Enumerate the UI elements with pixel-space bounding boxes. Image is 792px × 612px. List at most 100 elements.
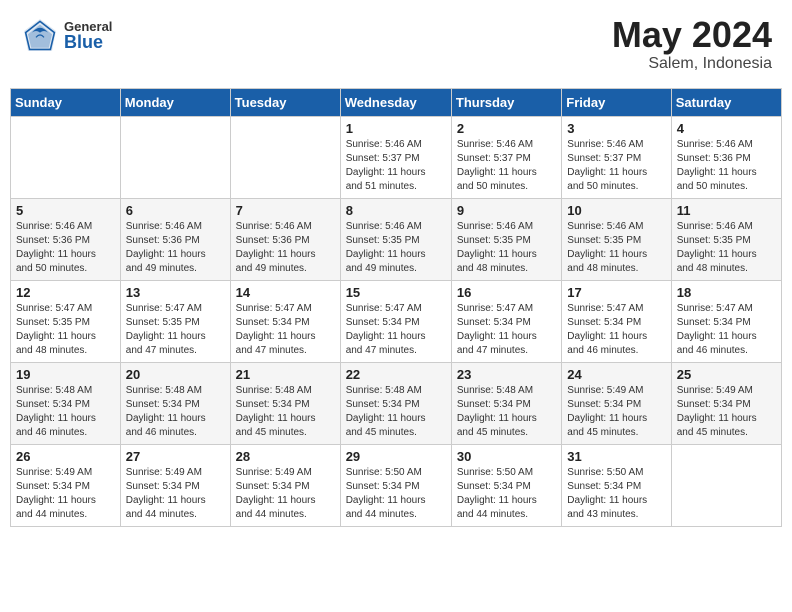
day-info: Sunrise: 5:47 AM Sunset: 5:34 PM Dayligh… [346,302,446,358]
day-number: 31 [567,449,665,464]
calendar-week-row: 12 Sunrise: 5:47 AM Sunset: 5:35 PM Dayli… [11,280,782,362]
day-info: Sunrise: 5:46 AM Sunset: 5:35 PM Dayligh… [677,220,776,276]
calendar-cell: 13 Sunrise: 5:47 AM Sunset: 5:35 PM Dayli… [120,280,230,362]
day-info: Sunrise: 5:48 AM Sunset: 5:34 PM Dayligh… [236,384,335,440]
day-info: Sunrise: 5:50 AM Sunset: 5:34 PM Dayligh… [457,466,556,522]
logo-text: General Blue [64,20,112,51]
day-info: Sunrise: 5:49 AM Sunset: 5:34 PM Dayligh… [677,384,776,440]
day-number: 27 [126,449,225,464]
calendar-cell: 23 Sunrise: 5:48 AM Sunset: 5:34 PM Dayli… [451,362,561,444]
day-info: Sunrise: 5:50 AM Sunset: 5:34 PM Dayligh… [346,466,446,522]
calendar-cell: 22Sunrise: 5:48 AM Sunset: 5:34 PM Dayli… [340,362,451,444]
calendar-cell: 9Sunrise: 5:46 AM Sunset: 5:35 PM Daylig… [451,198,561,280]
calendar-cell: 26 Sunrise: 5:49 AM Sunset: 5:34 PM Dayli… [11,444,121,526]
day-number: 4 [677,121,776,136]
day-number: 7 [236,203,335,218]
calendar-cell: 30 Sunrise: 5:50 AM Sunset: 5:34 PM Dayli… [451,444,561,526]
day-info: Sunrise: 5:47 AM Sunset: 5:34 PM Dayligh… [457,302,556,358]
day-info: Sunrise: 5:47 AM Sunset: 5:35 PM Dayligh… [126,302,225,358]
day-info: Sunrise: 5:47 AM Sunset: 5:35 PM Dayligh… [16,302,115,358]
day-number: 12 [16,285,115,300]
calendar-cell: 24 Sunrise: 5:49 AM Sunset: 5:34 PM Dayli… [562,362,671,444]
calendar-cell [671,444,781,526]
day-number: 5 [16,203,115,218]
day-number: 3 [567,121,665,136]
calendar-cell: 27Sunrise: 5:49 AM Sunset: 5:34 PM Dayli… [120,444,230,526]
calendar-cell: 3 Sunrise: 5:46 AM Sunset: 5:37 PM Daylig… [562,116,671,198]
calendar-cell: 1 Sunrise: 5:46 AM Sunset: 5:37 PM Daylig… [340,116,451,198]
day-of-week-header: Monday [120,88,230,116]
day-info: Sunrise: 5:46 AM Sunset: 5:36 PM Dayligh… [126,220,225,276]
calendar-cell: 21 Sunrise: 5:48 AM Sunset: 5:34 PM Dayli… [230,362,340,444]
calendar-week-row: 1 Sunrise: 5:46 AM Sunset: 5:37 PM Daylig… [11,116,782,198]
calendar-table: SundayMondayTuesdayWednesdayThursdayFrid… [10,88,782,527]
day-of-week-header: Saturday [671,88,781,116]
day-number: 15 [346,285,446,300]
day-number: 13 [126,285,225,300]
header: General Blue May 2024 Salem, Indonesia [10,10,782,78]
day-number: 19 [16,367,115,382]
calendar-cell: 5 Sunrise: 5:46 AM Sunset: 5:36 PM Daylig… [11,198,121,280]
day-info: Sunrise: 5:47 AM Sunset: 5:34 PM Dayligh… [677,302,776,358]
calendar-week-row: 19 Sunrise: 5:48 AM Sunset: 5:34 PM Dayli… [11,362,782,444]
day-number: 9 [457,203,556,218]
day-of-week-header: Tuesday [230,88,340,116]
day-number: 23 [457,367,556,382]
title-area: May 2024 Salem, Indonesia [612,15,772,73]
calendar-cell: 16 Sunrise: 5:47 AM Sunset: 5:34 PM Dayli… [451,280,561,362]
day-info: Sunrise: 5:46 AM Sunset: 5:37 PM Dayligh… [567,138,665,194]
calendar-cell: 2Sunrise: 5:46 AM Sunset: 5:37 PM Daylig… [451,116,561,198]
day-number: 26 [16,449,115,464]
day-number: 20 [126,367,225,382]
day-number: 18 [677,285,776,300]
calendar-cell: 4Sunrise: 5:46 AM Sunset: 5:36 PM Daylig… [671,116,781,198]
calendar-cell: 10Sunrise: 5:46 AM Sunset: 5:35 PM Dayli… [562,198,671,280]
calendar-cell [230,116,340,198]
day-of-week-header: Friday [562,88,671,116]
calendar-cell [11,116,121,198]
logo-general-text: General [64,20,112,33]
day-info: Sunrise: 5:46 AM Sunset: 5:35 PM Dayligh… [346,220,446,276]
calendar-cell: 7 Sunrise: 5:46 AM Sunset: 5:36 PM Daylig… [230,198,340,280]
day-number: 10 [567,203,665,218]
day-number: 14 [236,285,335,300]
day-info: Sunrise: 5:46 AM Sunset: 5:36 PM Dayligh… [16,220,115,276]
day-number: 30 [457,449,556,464]
day-info: Sunrise: 5:48 AM Sunset: 5:34 PM Dayligh… [346,384,446,440]
calendar-cell: 11 Sunrise: 5:46 AM Sunset: 5:35 PM Dayli… [671,198,781,280]
calendar-cell: 15 Sunrise: 5:47 AM Sunset: 5:34 PM Dayli… [340,280,451,362]
day-info: Sunrise: 5:46 AM Sunset: 5:37 PM Dayligh… [346,138,446,194]
day-of-week-header: Sunday [11,88,121,116]
location-title: Salem, Indonesia [612,55,772,73]
day-info: Sunrise: 5:47 AM Sunset: 5:34 PM Dayligh… [236,302,335,358]
calendar-cell: 12 Sunrise: 5:47 AM Sunset: 5:35 PM Dayli… [11,280,121,362]
day-number: 16 [457,285,556,300]
calendar-cell: 25 Sunrise: 5:49 AM Sunset: 5:34 PM Dayli… [671,362,781,444]
day-number: 21 [236,367,335,382]
day-info: Sunrise: 5:49 AM Sunset: 5:34 PM Dayligh… [567,384,665,440]
day-info: Sunrise: 5:46 AM Sunset: 5:36 PM Dayligh… [236,220,335,276]
day-number: 25 [677,367,776,382]
calendar-cell: 20 Sunrise: 5:48 AM Sunset: 5:34 PM Dayli… [120,362,230,444]
day-info: Sunrise: 5:49 AM Sunset: 5:34 PM Dayligh… [16,466,115,522]
day-of-week-header: Wednesday [340,88,451,116]
calendar-cell: 8 Sunrise: 5:46 AM Sunset: 5:35 PM Daylig… [340,198,451,280]
calendar-cell: 31Sunrise: 5:50 AM Sunset: 5:34 PM Dayli… [562,444,671,526]
day-info: Sunrise: 5:48 AM Sunset: 5:34 PM Dayligh… [16,384,115,440]
day-number: 28 [236,449,335,464]
day-number: 17 [567,285,665,300]
day-info: Sunrise: 5:48 AM Sunset: 5:34 PM Dayligh… [126,384,225,440]
calendar-cell: 28Sunrise: 5:49 AM Sunset: 5:34 PM Dayli… [230,444,340,526]
day-number: 1 [346,121,446,136]
logo: General Blue [20,15,112,55]
calendar-cell: 19 Sunrise: 5:48 AM Sunset: 5:34 PM Dayli… [11,362,121,444]
calendar-cell: 17Sunrise: 5:47 AM Sunset: 5:34 PM Dayli… [562,280,671,362]
calendar-cell: 29Sunrise: 5:50 AM Sunset: 5:34 PM Dayli… [340,444,451,526]
calendar-week-row: 26 Sunrise: 5:49 AM Sunset: 5:34 PM Dayli… [11,444,782,526]
day-number: 11 [677,203,776,218]
day-number: 8 [346,203,446,218]
day-info: Sunrise: 5:48 AM Sunset: 5:34 PM Dayligh… [457,384,556,440]
day-of-week-header: Thursday [451,88,561,116]
calendar-cell: 14 Sunrise: 5:47 AM Sunset: 5:34 PM Dayli… [230,280,340,362]
day-number: 24 [567,367,665,382]
